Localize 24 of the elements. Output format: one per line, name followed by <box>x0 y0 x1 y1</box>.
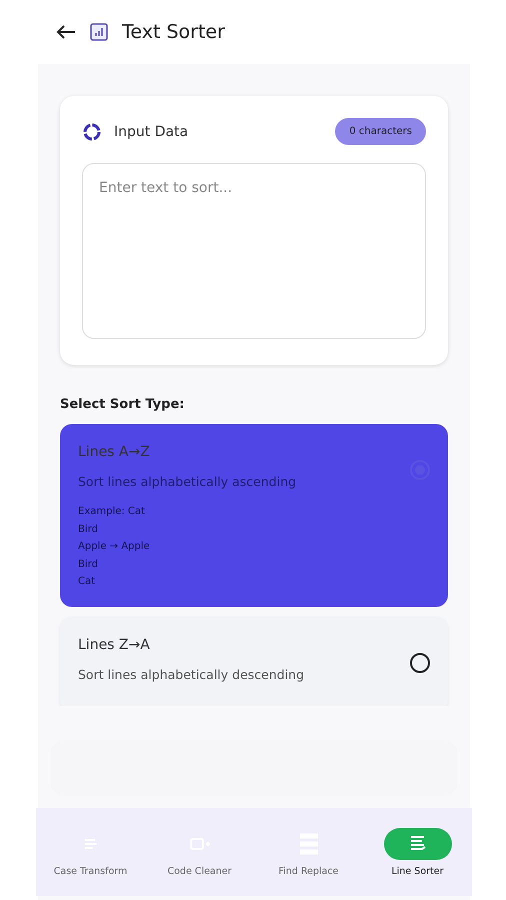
example-line: Cat <box>78 575 96 589</box>
radio-button[interactable] <box>410 652 430 672</box>
sort-option[interactable]: Lines Z→A Sort lines alphabetically descending <box>60 616 448 706</box>
nav-tab[interactable]: Case Transform <box>36 808 145 896</box>
page-title: Text Sorter <box>122 21 225 43</box>
text-input-field[interactable]: Enter text to sort... <box>82 163 426 339</box>
nav-tab[interactable]: Line Sorter <box>363 808 472 896</box>
sort-option[interactable]: Lines A→Z Sort lines alphabetically ascending Example: Cat Bird Apple → Apple Bird Cat <box>60 424 448 606</box>
back-arrow-icon[interactable] <box>56 24 76 40</box>
ring-icon <box>82 122 102 142</box>
option-description: Sort lines alphabetically ascending <box>78 474 296 489</box>
example-line: Example: Cat <box>78 505 146 519</box>
character-count: 0 characters <box>335 118 426 145</box>
card-title: Input Data <box>114 124 188 140</box>
chart-icon <box>90 23 108 41</box>
option-title: Lines A→Z <box>78 444 151 460</box>
example-line: Bird <box>78 558 99 572</box>
nav-tab[interactable]: Code Cleaner <box>145 808 254 896</box>
option-description: Sort lines alphabetically descending <box>78 666 304 682</box>
nav-tab[interactable]: Find Replace <box>254 808 363 896</box>
example-line: Bird <box>78 522 99 536</box>
option-title: Lines Z→A <box>78 636 151 652</box>
section-heading: Select Sort Type: <box>60 397 186 412</box>
example-line: Apple → Apple <box>78 540 151 554</box>
